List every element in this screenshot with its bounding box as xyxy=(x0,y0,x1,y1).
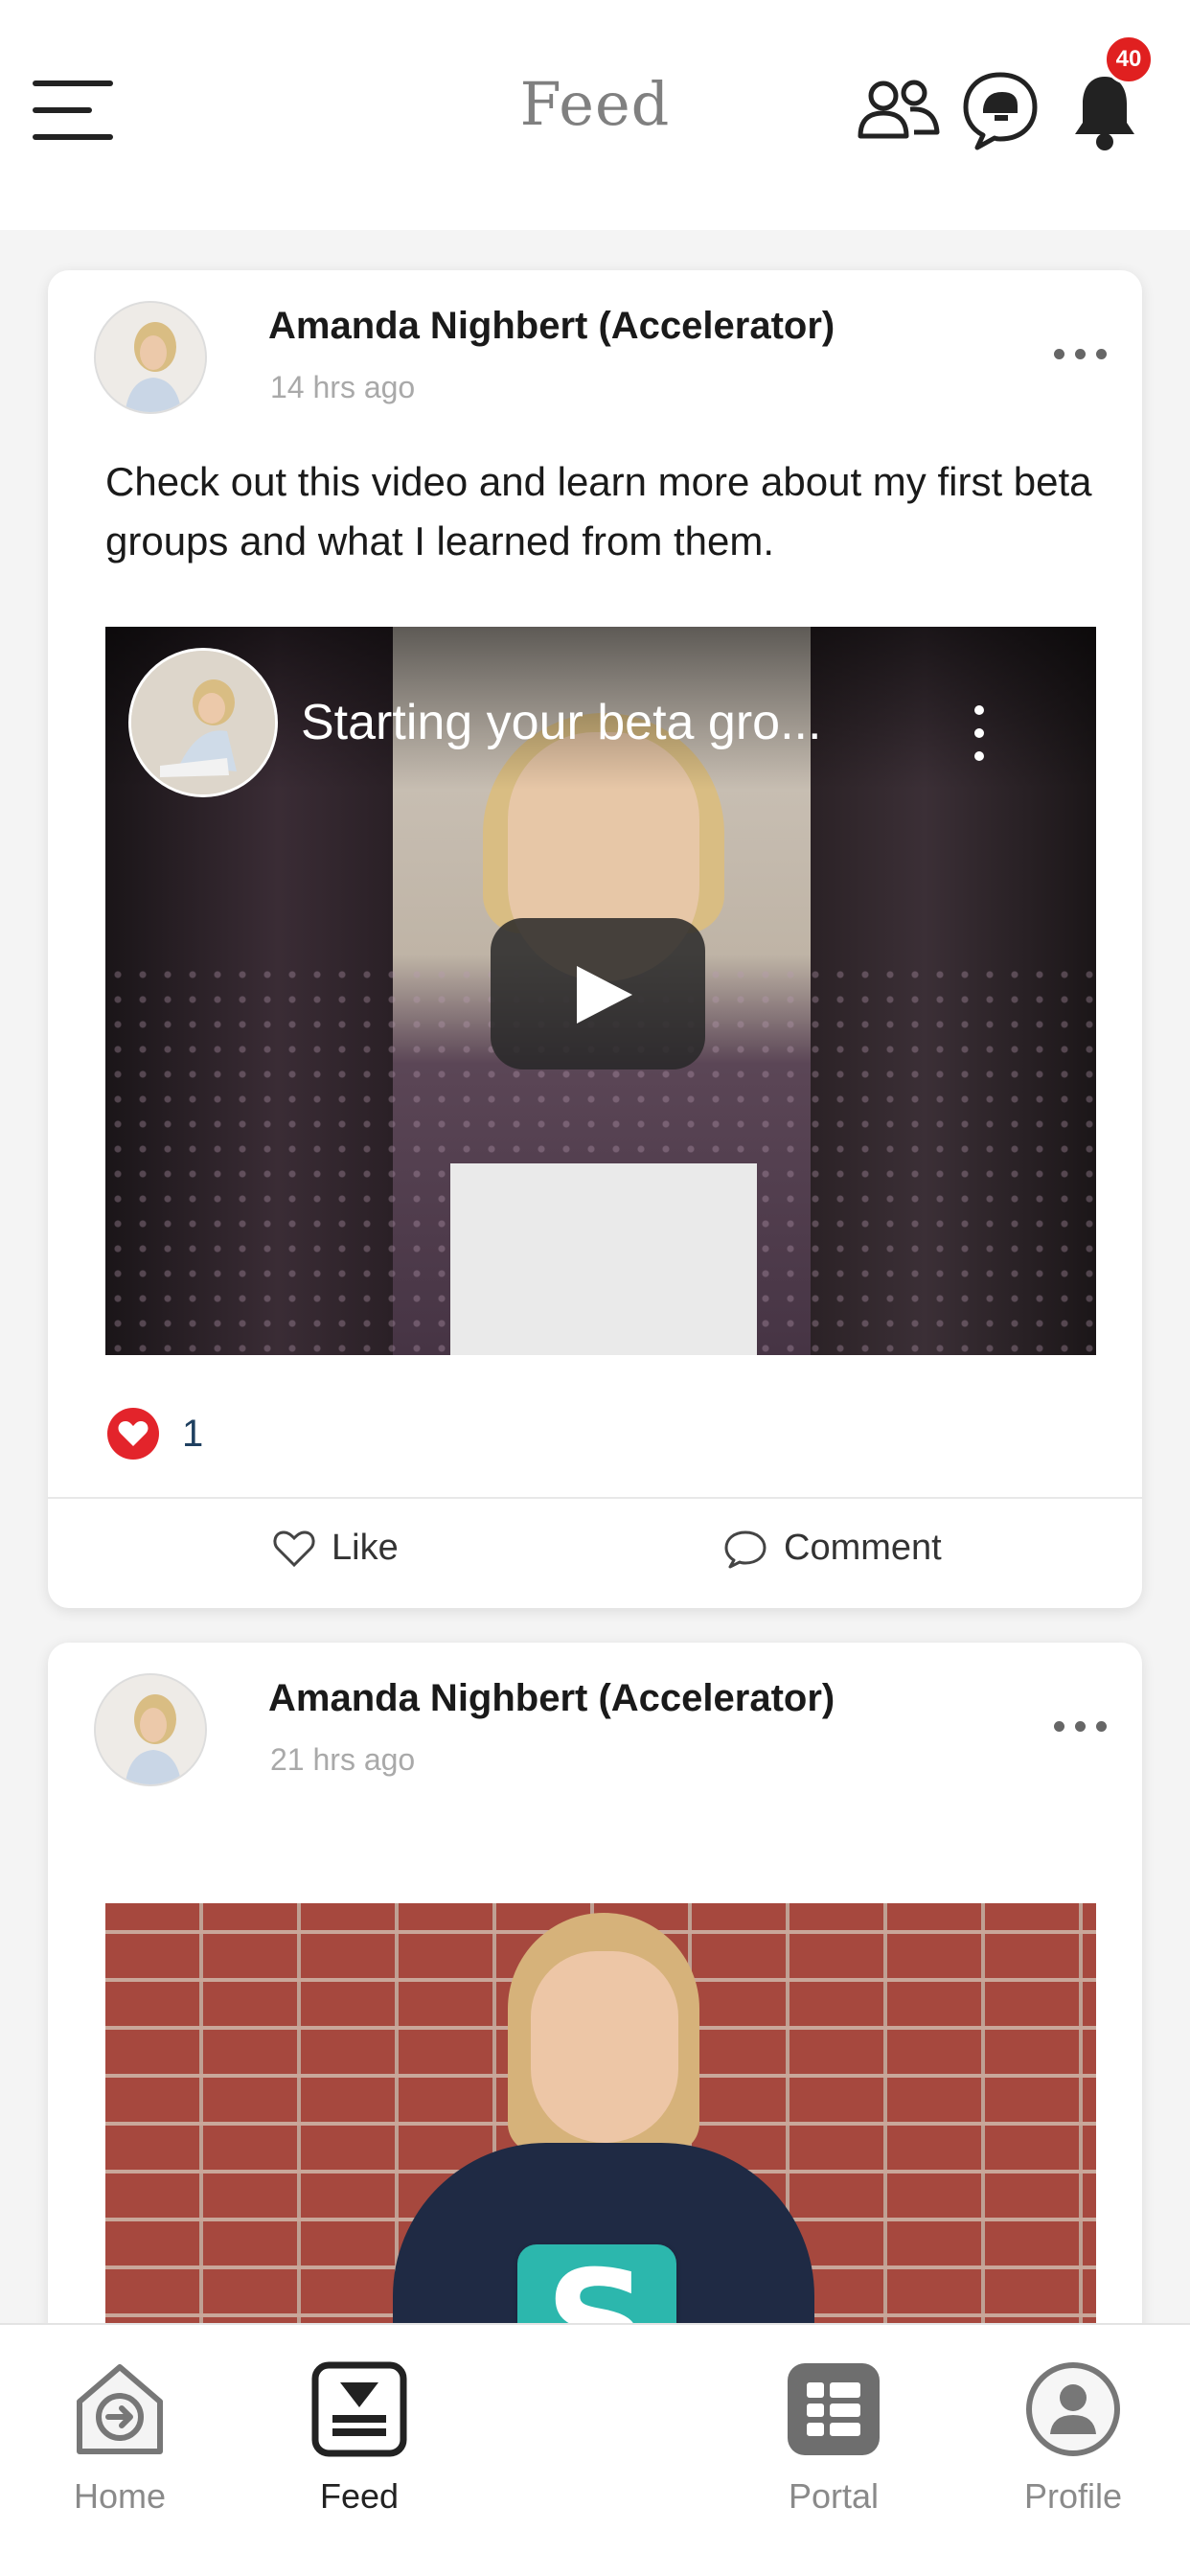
profile-icon xyxy=(1026,2362,1120,2456)
bottom-navigation: Home Feed Portal Profile xyxy=(0,2323,1190,2576)
like-count: 1 xyxy=(182,1412,204,1455)
comment-label: Comment xyxy=(784,1528,942,1568)
nav-home[interactable]: Home xyxy=(43,2359,196,2517)
video-channel-avatar[interactable] xyxy=(128,648,278,797)
more-options-icon[interactable] xyxy=(1054,1717,1111,1736)
like-button[interactable]: Like xyxy=(272,1528,399,1569)
people-icon[interactable] xyxy=(855,79,941,142)
home-arrow-icon xyxy=(77,2364,163,2454)
nav-feed[interactable]: Feed xyxy=(283,2359,436,2517)
nav-portal-label: Portal xyxy=(788,2476,880,2516)
video-embed[interactable]: Starting your beta gro... xyxy=(105,627,1096,1355)
post-text: Check out this video and learn more abou… xyxy=(105,459,1092,564)
author-name[interactable]: Amanda Nighbert (Accelerator) xyxy=(268,1677,835,1720)
nav-profile-label: Profile xyxy=(1023,2476,1123,2516)
post-card: Amanda Nighbert (Accelerator) 14 hrs ago… xyxy=(48,270,1142,1608)
like-label: Like xyxy=(332,1528,399,1568)
nav-portal[interactable]: Portal xyxy=(757,2359,910,2517)
comment-bubble-icon xyxy=(724,1530,767,1568)
portal-grid-icon xyxy=(788,2363,880,2455)
author-name[interactable]: Amanda Nighbert (Accelerator) xyxy=(268,305,835,348)
chat-bubble-icon[interactable] xyxy=(962,71,1039,151)
video-more-icon[interactable] xyxy=(970,705,989,763)
app-header: Feed 40 xyxy=(0,0,1190,230)
post-timestamp: 14 hrs ago xyxy=(270,370,416,404)
post-timestamp: 21 hrs ago xyxy=(270,1742,416,1777)
author-avatar[interactable] xyxy=(94,301,207,414)
heart-outline-icon xyxy=(273,1530,315,1567)
reactions-summary[interactable]: 1 xyxy=(107,1407,203,1460)
nav-profile[interactable]: Profile xyxy=(996,2359,1150,2517)
notification-count-badge: 40 xyxy=(1104,34,1154,84)
divider xyxy=(48,1497,1142,1499)
heart-icon xyxy=(107,1408,159,1460)
nav-feed-label: Feed xyxy=(319,2476,400,2516)
comment-button[interactable]: Comment xyxy=(722,1528,942,1569)
nav-home-label: Home xyxy=(73,2476,167,2516)
video-title: Starting your beta gro... xyxy=(301,695,822,750)
more-options-icon[interactable] xyxy=(1054,345,1111,364)
feed-tray-icon xyxy=(311,2361,407,2457)
author-avatar[interactable] xyxy=(94,1673,207,1786)
play-icon[interactable] xyxy=(491,918,705,1070)
